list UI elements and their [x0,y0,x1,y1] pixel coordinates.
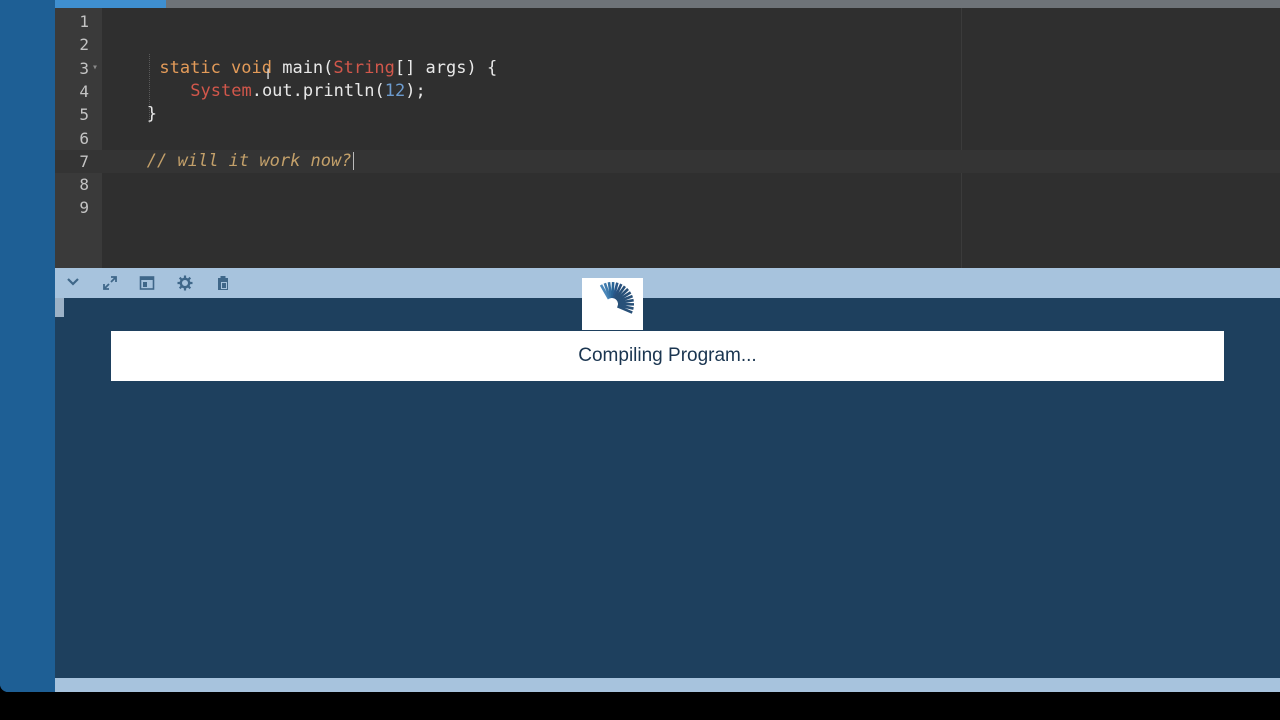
line-number: 9 [79,198,89,218]
line-number: 3 [79,58,89,78]
console-scroll-handle[interactable] [55,298,64,317]
text-caret [352,151,354,170]
console-toolbar [55,268,1280,298]
line-number: 1 [79,12,89,31]
fold-toggle-icon[interactable]: ▾ [92,56,98,79]
app-window: 1 2 3 ▾ static void main(String[] args) {4 S… [0,0,1280,692]
code-editor[interactable]: 1 2 3 ▾ static void main(String[] args) {4 S… [55,8,1280,268]
code-line[interactable]: 6 [55,127,1280,150]
line-number: 6 [79,128,89,148]
code-token: // will it work now? [146,150,352,171]
code-token: String [333,57,395,78]
line-number: 2 [79,35,89,55]
code-line[interactable]: 9 [55,196,1280,219]
code-text: // will it work now? [147,150,354,173]
code-text: } [147,103,157,126]
code-token: static void [159,57,272,78]
code-token: .out.println( [251,80,385,101]
code-text: static void main(String[] args) { [159,57,497,80]
expand-arrows-icon [103,276,117,290]
clipboard-button[interactable] [213,275,233,293]
output-console: Compiling Program... [55,298,1280,678]
compile-status-banner: Compiling Program... [111,331,1224,381]
line-number: 5 [79,105,89,125]
tab-strip [55,0,1280,8]
line-number: 8 [79,175,89,195]
code-text: System.out.println(12); [170,80,426,103]
loading-spinner [582,278,643,330]
code-line[interactable]: 5} [55,103,1280,126]
code-line[interactable]: 1 [55,10,1280,33]
code-line[interactable]: 8 [55,173,1280,196]
bottom-status-bar [55,678,1280,692]
gear-icon [177,275,193,291]
expand-panel-button[interactable] [100,275,120,293]
line-number: 4 [79,81,89,101]
code-line[interactable]: 4 System.out.println(12); [55,80,1280,103]
layout-panel-button[interactable] [137,275,157,293]
mouse-ibeam-cursor-icon: I [266,67,271,83]
code-token: } [146,104,158,125]
clipboard-icon [218,276,228,290]
code-token: System [190,80,252,101]
code-token: 12 [384,80,406,101]
settings-button[interactable] [175,275,195,293]
code-token: main( [271,57,334,78]
panel-layout-icon [139,276,155,290]
chevron-down-icon [67,278,79,286]
code-line[interactable]: 7 // will it work now? [55,149,1280,173]
left-side-rail [0,0,55,692]
code-token: ); [405,80,426,101]
tab-active[interactable] [55,0,166,8]
code-line[interactable]: 2 [55,33,1280,56]
line-number: 7 [79,151,89,171]
compile-status-text: Compiling Program... [578,345,757,366]
spinner-icon [599,281,635,314]
code-token: [] args) { [394,57,498,78]
code-line[interactable]: 3 ▾ static void main(String[] args) { [55,57,1280,80]
collapse-panel-button[interactable] [63,275,83,293]
